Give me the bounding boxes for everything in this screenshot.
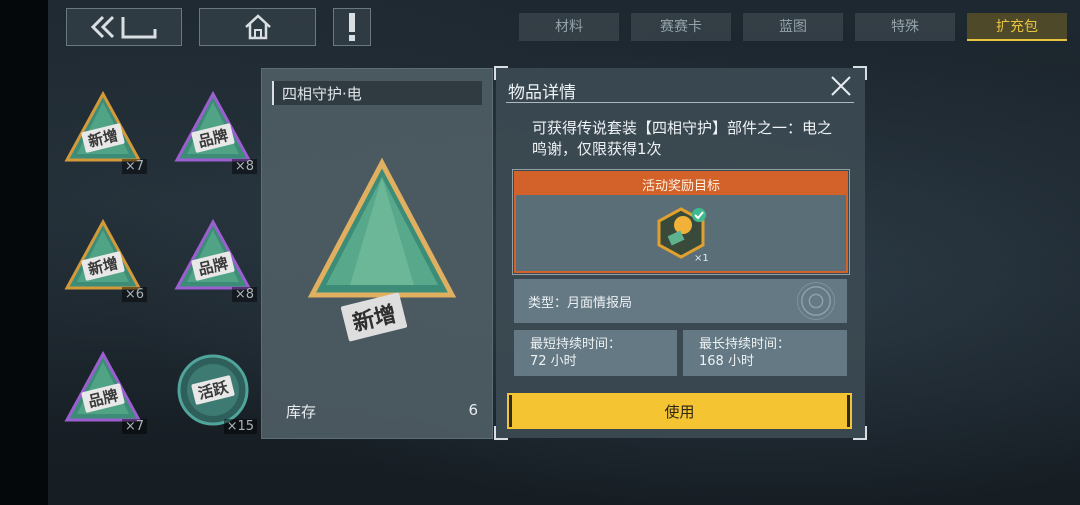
item-details-panel: 物品详情 可获得传说套装【四相守护】部件之一：电之鸣谢，仅限获得1次 活动奖励目… <box>494 66 867 440</box>
tab-blueprints[interactable]: 蓝图 <box>743 13 843 41</box>
item-count: ×6 <box>121 287 147 302</box>
inventory-item[interactable]: 品牌 ×7 <box>55 342 151 438</box>
tab-materials[interactable]: 材料 <box>519 13 619 41</box>
item-count: ×8 <box>231 159 257 174</box>
min-duration-value: 72 小时 <box>530 354 577 369</box>
stock-label: 库存 <box>286 403 317 421</box>
inventory-item[interactable]: 新增 ×6 <box>55 210 151 306</box>
min-duration-box: 最短持续时间： 72 小时 <box>514 330 677 376</box>
inventory-item[interactable]: 活跃 ×15 <box>165 342 261 438</box>
home-icon <box>244 14 271 40</box>
tab-race-cards[interactable]: 赛赛卡 <box>631 13 731 41</box>
left-edge-strip <box>0 0 48 505</box>
min-duration-label: 最短持续时间： <box>530 337 622 352</box>
item-count: ×8 <box>231 287 257 302</box>
frame-corner <box>494 426 508 440</box>
max-duration-box: 最长持续时间： 168 小时 <box>683 330 847 376</box>
item-description: 可获得传说套装【四相守护】部件之一：电之鸣谢，仅限获得1次 <box>532 119 833 158</box>
faction-emblem-icon <box>797 282 835 320</box>
alert-button[interactable] <box>333 8 371 46</box>
close-button[interactable] <box>829 74 853 98</box>
item-preview-panel: 四相守护·电 新增 库存 6 <box>261 68 493 439</box>
item-type-text: 类型：月面情报局 <box>528 295 633 311</box>
item-type-row: 类型：月面情报局 <box>514 279 847 323</box>
category-tabs: 材料 赛赛卡 蓝图 特殊 扩充包 <box>519 13 1067 41</box>
reward-count: ×1 <box>694 253 709 264</box>
divider <box>506 102 854 103</box>
reward-header: 活动奖励目标 <box>516 173 846 195</box>
stock-value: 6 <box>468 401 478 419</box>
frame-corner <box>853 66 867 80</box>
tab-special[interactable]: 特殊 <box>855 13 955 41</box>
back-arrow-icon <box>90 15 157 39</box>
exclamation-icon <box>349 13 355 41</box>
close-icon <box>831 76 851 96</box>
item-count: ×15 <box>223 419 257 434</box>
frame-corner <box>494 66 508 80</box>
item-name: 四相守护·电 <box>272 81 482 105</box>
back-button[interactable] <box>66 8 182 46</box>
inventory-item[interactable]: 品牌 ×8 <box>165 210 261 306</box>
inventory-item[interactable]: 新增 ×7 <box>55 82 151 178</box>
use-button[interactable]: 使用 <box>509 395 850 427</box>
max-duration-value: 168 小时 <box>699 354 754 369</box>
item-count: ×7 <box>121 159 147 174</box>
tab-expansion-pack[interactable]: 扩充包 <box>967 13 1067 41</box>
panel-title: 物品详情 <box>508 83 576 103</box>
max-duration-label: 最长持续时间： <box>699 337 791 352</box>
reward-box: 活动奖励目标 ×1 <box>512 169 850 275</box>
item-count: ×7 <box>121 419 147 434</box>
frame-corner <box>853 426 867 440</box>
inventory-item[interactable]: 品牌 ×8 <box>165 82 261 178</box>
large-pyramid-gem-icon <box>307 157 457 298</box>
home-button[interactable] <box>199 8 316 46</box>
